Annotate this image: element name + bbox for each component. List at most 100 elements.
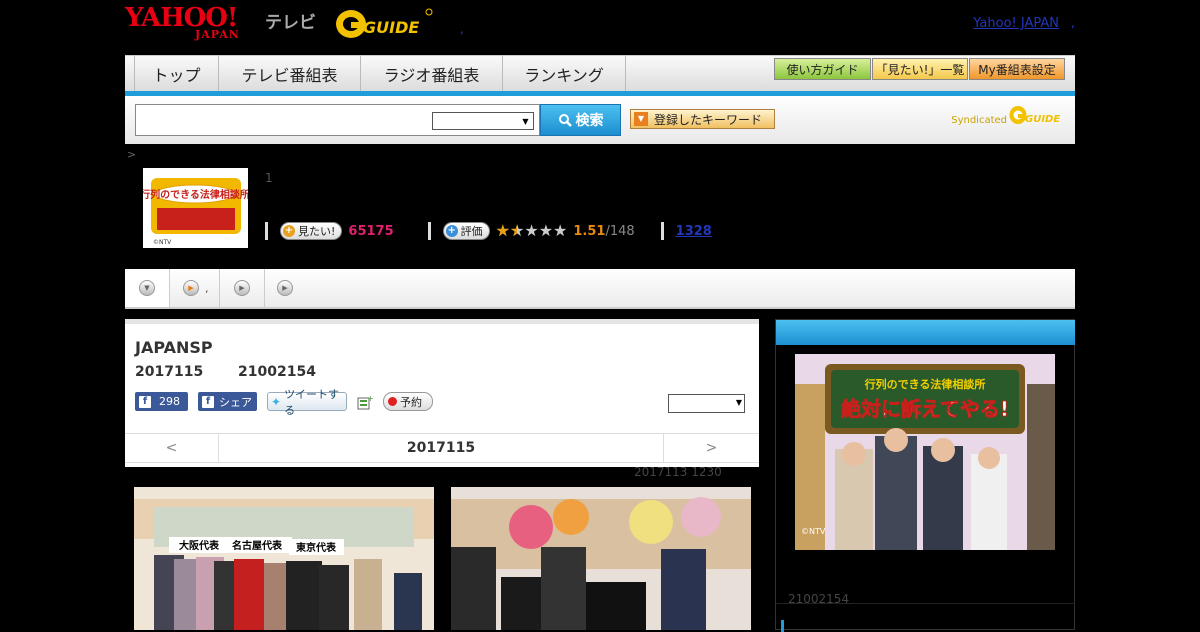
side-divider — [776, 603, 1075, 604]
tab-ranking[interactable]: ランキング — [502, 56, 626, 91]
record-icon — [388, 397, 397, 406]
program-logo-text: 行列のできる法律相談所 — [143, 188, 248, 201]
channel-select[interactable]: ▼ — [668, 394, 745, 413]
photo-label-nagoya: 名古屋代表 — [232, 539, 283, 552]
syndicated-logo: Syndicated GUIDE — [951, 104, 1065, 126]
program-logo-copyright: ©NTV — [153, 239, 172, 246]
yahoo-japan-link[interactable]: Yahoo! JAPAN — [973, 16, 1059, 31]
stats-divider — [427, 222, 431, 240]
mitai-button[interactable]: + 見たい! — [280, 222, 343, 240]
mitai-button-label: 見たい! — [298, 225, 336, 238]
star-fill: ★ — [510, 222, 518, 240]
rating-stars: ★ ★ ★ ★ ★ ★ ★ — [496, 222, 568, 240]
yahoo-logo[interactable]: YAHOO! — [125, 5, 238, 31]
prev-date-button[interactable]: < — [125, 434, 219, 462]
search-icon — [558, 114, 572, 127]
star-icon: ★ ★ — [495, 221, 510, 240]
registered-keywords-button[interactable]: ▼ 登録したキーワード — [630, 109, 775, 129]
facebook-like-count: 298 — [159, 395, 180, 408]
svg-text:+: + — [367, 394, 373, 403]
facebook-share-button[interactable]: f シェア — [198, 392, 257, 411]
header-link-dot: , — [1070, 16, 1075, 31]
rate-button[interactable]: + 評価 — [442, 222, 490, 240]
my-listings-settings-button[interactable]: My番組表設定 — [969, 58, 1065, 80]
program-stats: + 見たい! 65175 + 評価 ★ ★ ★ ★ ★ ★ ★ 1.51 /148 1328 — [265, 221, 712, 241]
episode-panel: JAPANSP 2017115 21002154 f 298 f シェア ✦ ツ… — [125, 319, 759, 467]
side-panel-header — [776, 320, 1075, 345]
subnav-item-1[interactable]: ▼ — [125, 269, 170, 307]
subnav-item-4[interactable]: ▶ — [265, 269, 305, 307]
tab-radio-listings[interactable]: ラジオ番組表 — [360, 56, 502, 91]
star-icon: ★ — [538, 221, 554, 240]
g-guide-text: GUIDE — [363, 18, 419, 37]
star-icon: ★ — [524, 221, 539, 240]
arrow-down-icon: ▼ — [634, 112, 648, 126]
date-navigation: < 2017115 > — [125, 433, 759, 463]
reserve-button[interactable]: 予約 — [383, 392, 433, 411]
next-date-button[interactable]: > — [663, 434, 759, 462]
facebook-share-label: シェア — [219, 395, 252, 409]
photo-label-osaka: 大阪代表 — [179, 539, 220, 552]
tab-top[interactable]: トップ — [134, 56, 218, 91]
global-nav: トップ テレビ番組表 ラジオ番組表 ランキング 使い方ガイド 「見たい!」一覧 … — [125, 55, 1075, 91]
episode-date: 2017115 — [135, 364, 204, 380]
reserve-label: 予約 — [400, 395, 422, 409]
tv-logo[interactable]: テレビ — [265, 8, 316, 33]
stats-divider — [660, 222, 664, 240]
episode-photo-2[interactable] — [451, 487, 751, 630]
rating-score: 1.51 — [573, 223, 606, 239]
current-date: 2017115 — [406, 440, 476, 456]
syndicated-g-guide-logo: GUIDE — [1009, 106, 1060, 125]
subnav-item-3[interactable]: ▶ — [220, 269, 265, 307]
plus-icon: + — [445, 225, 458, 237]
facebook-like-button[interactable]: f 298 — [135, 392, 188, 411]
subnav-item-2[interactable]: ▶ , — [170, 269, 220, 307]
updated-timestamp: 2017113 1230 — [634, 465, 722, 479]
episode-photo-1[interactable]: 大阪代表 名古屋代表 東京代表 — [134, 487, 434, 630]
star-fill: ★ — [495, 222, 510, 240]
nav-buttons: 使い方ガイド 「見たい!」一覧 My番組表設定 — [774, 58, 1065, 80]
program-logo-image: 行列のできる法律相談所 ©NTV — [143, 168, 248, 248]
side-section-marker — [781, 620, 784, 632]
search-button[interactable]: 検索 — [540, 104, 621, 136]
search-button-label: 検索 — [575, 113, 604, 129]
plus-icon: + — [283, 225, 295, 237]
breadcrumb[interactable]: > — [127, 148, 136, 161]
rating-votes: /148 — [605, 223, 635, 239]
yahoo-logo-japan: JAPAN — [195, 28, 240, 41]
syndicated-g-text: GUIDE — [1025, 114, 1060, 125]
play-icon: ▶ — [234, 280, 250, 296]
review-count-link[interactable]: 1328 — [676, 224, 712, 239]
guide-button[interactable]: 使い方ガイド — [774, 58, 871, 80]
twitter-bird-icon: ✦ — [271, 394, 282, 409]
mitai-list-button[interactable]: 「見たい!」一覧 — [872, 58, 968, 80]
header-dot: , — [460, 22, 464, 36]
play-icon: ▶ — [277, 280, 293, 296]
tweet-button[interactable]: ✦ ツイートする — [267, 388, 347, 417]
search-bar: ▼ 検索 ▼ 登録したキーワード Syndicated GUIDE — [125, 96, 1075, 144]
rate-button-label: 評価 — [460, 225, 483, 238]
chevron-down-icon: ▼ — [522, 117, 529, 126]
facebook-icon: f — [202, 395, 214, 408]
episode-time: 21002154 — [238, 364, 316, 380]
side-panel: 行列のできる法律相談所 絶対に訴えてやる! ©NTV 21002154 — [775, 319, 1075, 632]
play-icon: ▶ — [183, 280, 199, 296]
side-image-title: 行列のできる法律相談所 — [864, 377, 986, 391]
g-guide-logo[interactable]: GUIDE — [335, 6, 433, 40]
bookmark-icon[interactable]: + — [357, 394, 373, 410]
mitai-count: 65175 — [348, 223, 394, 239]
tab-tv-listings[interactable]: テレビ番組表 — [218, 56, 360, 91]
syndicated-text: Syndicated — [951, 115, 1007, 126]
star-icon: ★ — [553, 221, 568, 240]
episode-title: JAPANSP — [135, 338, 213, 357]
subnav-item-2-label: , — [205, 281, 209, 295]
tweet-label: ツイートする — [284, 387, 340, 417]
chevron-down-icon: ▼ — [735, 398, 742, 407]
chevron-down-icon: ▼ — [139, 280, 155, 296]
photo-label-tokyo: 東京代表 — [296, 541, 337, 554]
side-feature-image[interactable]: 行列のできる法律相談所 絶対に訴えてやる! ©NTV — [795, 354, 1055, 550]
share-buttons: f 298 f シェア ✦ ツイートする + 予約 — [135, 388, 433, 417]
star-icon: ★ ★ — [510, 221, 525, 240]
search-category-select[interactable]: ▼ — [432, 112, 534, 130]
facebook-icon: f — [139, 395, 151, 408]
